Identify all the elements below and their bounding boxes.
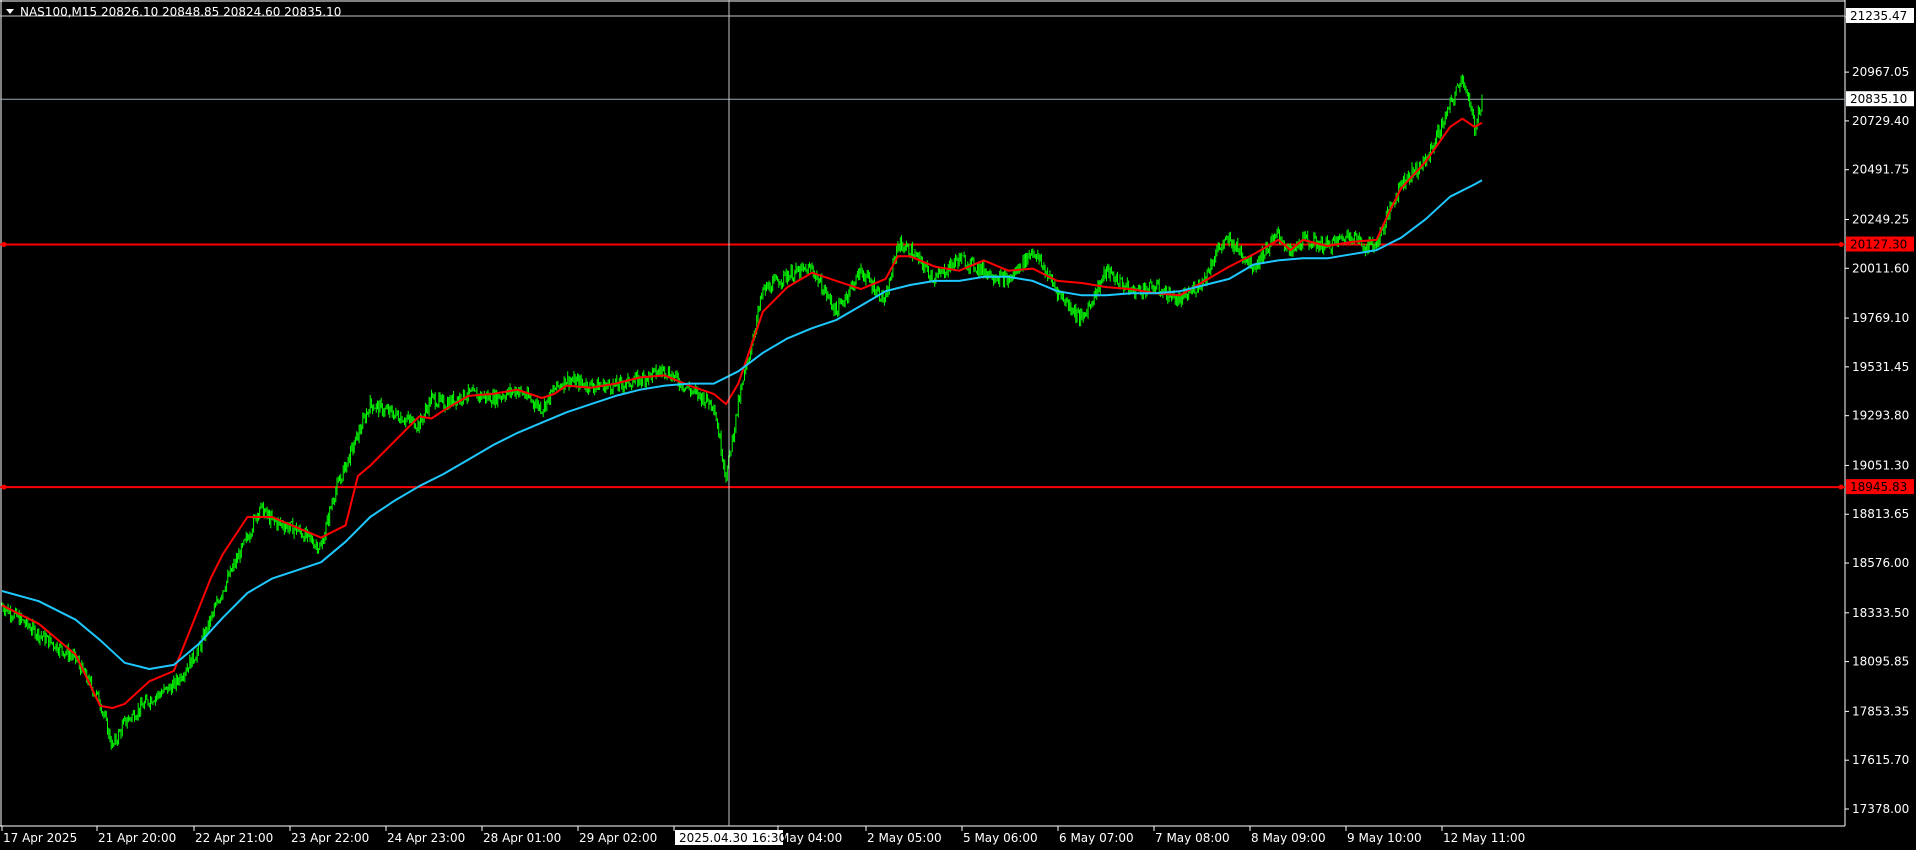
price-tick-label: 19531.45 [1852, 360, 1909, 374]
level-price-tag: 20127.30 [1850, 238, 1907, 252]
level-handle[interactable] [1838, 242, 1844, 248]
price-tick-label: 17853.35 [1852, 704, 1909, 718]
price-tick-label: 17615.70 [1852, 753, 1909, 767]
time-tick-label: 9 May 10:00 [1347, 831, 1422, 845]
crosshair-time-tag: 2025.04.30 16:30 [679, 831, 786, 845]
time-tick-label: 7 May 08:00 [1155, 831, 1230, 845]
time-tick-label: 23 Apr 22:00 [291, 831, 369, 845]
time-tick-label: 8 May 09:00 [1251, 831, 1326, 845]
time-tick-label: 6 May 07:00 [1059, 831, 1134, 845]
time-tick-label: 29 Apr 02:00 [579, 831, 657, 845]
current-price-tag: 20835.10 [1850, 92, 1907, 106]
time-tick-label: 24 Apr 23:00 [387, 831, 465, 845]
price-tick-label: 20729.40 [1852, 114, 1909, 128]
price-tick-label: 19769.10 [1852, 311, 1909, 325]
price-tick-label: 18333.50 [1852, 606, 1909, 620]
price-tick-label: 20967.05 [1852, 65, 1909, 79]
time-tick-label: May 04:00 [779, 831, 842, 845]
price-tick-label: 19293.80 [1852, 409, 1909, 423]
price-chart[interactable]: 21235.47 20967.05 20729.40 20491.75 20249.25… [0, 0, 1916, 850]
price-tick-label: 19051.30 [1852, 458, 1909, 472]
time-tick-label: 2 May 05:00 [867, 831, 942, 845]
price-tick-label: 17378.00 [1852, 802, 1909, 816]
price-tick-label: 20491.75 [1852, 163, 1909, 177]
price-tick-label: 20249.25 [1852, 212, 1909, 226]
price-tick-label: 18095.85 [1852, 655, 1909, 669]
level-handle[interactable] [1, 484, 7, 490]
time-tick-label: 28 Apr 01:00 [483, 831, 561, 845]
time-tick-label: 5 May 06:00 [963, 831, 1038, 845]
time-tick-label: 22 Apr 21:00 [195, 831, 273, 845]
level-handle[interactable] [1, 242, 7, 248]
chart-background [0, 0, 1916, 850]
symbol-info: NAS100,M15 20826.10 20848.85 20824.60 20… [20, 5, 341, 19]
price-tick-label: 18813.65 [1852, 507, 1909, 521]
time-tick-label: 21 Apr 20:00 [98, 831, 176, 845]
level-handle[interactable] [1838, 484, 1844, 490]
price-tick-label: 20011.60 [1852, 261, 1909, 275]
price-tick-label: 18576.00 [1852, 556, 1909, 570]
crosshair-price-tag: 21235.47 [1850, 9, 1907, 23]
time-tick-label: 17 Apr 2025 [3, 831, 77, 845]
time-tick-label: 12 May 11:00 [1443, 831, 1525, 845]
level-price-tag: 18945.83 [1850, 480, 1907, 494]
